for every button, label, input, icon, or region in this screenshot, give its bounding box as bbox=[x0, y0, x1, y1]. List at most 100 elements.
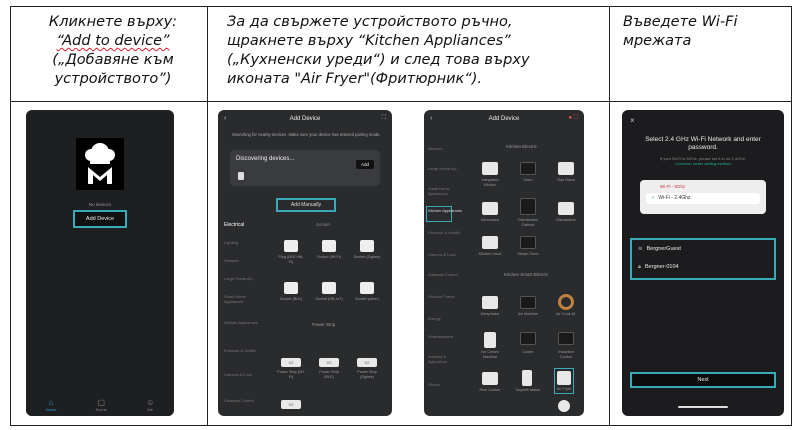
side-item[interactable]: Exercise & Health bbox=[428, 230, 466, 235]
dehydrator-icon[interactable] bbox=[482, 296, 498, 309]
power-strip-icon[interactable]: V2 bbox=[319, 358, 339, 367]
tab-scene[interactable]: ▢ Scene bbox=[96, 398, 107, 412]
add-device-button[interactable]: Add Device bbox=[73, 210, 127, 228]
tab-me[interactable]: ☺ Me bbox=[146, 398, 154, 412]
device-label: Disinfection Cabinet bbox=[518, 218, 538, 227]
add-manually-button[interactable]: Add Manually bbox=[276, 198, 336, 212]
tab-label: Home bbox=[45, 407, 57, 412]
side-item[interactable]: Small Home Appliances bbox=[224, 294, 262, 304]
device-label: Microwave bbox=[480, 218, 500, 222]
device-label: Dishwasher bbox=[556, 218, 576, 222]
side-item[interactable]: Sensors bbox=[428, 146, 466, 151]
socket-icon[interactable] bbox=[360, 240, 374, 252]
wifi-icon: ≋ bbox=[638, 246, 643, 252]
instruction-line: („Кухненски уреди“) и след това върху bbox=[227, 52, 530, 68]
side-item[interactable]: Outdoor Travel bbox=[428, 294, 466, 299]
instruction-line: устройството”) bbox=[54, 71, 172, 87]
air-fryer-icon[interactable] bbox=[557, 371, 571, 385]
microwave-icon[interactable] bbox=[482, 202, 498, 215]
side-item[interactable]: Lighting bbox=[224, 240, 262, 245]
screen-title: Add Device bbox=[289, 116, 321, 122]
tab-label: Scene bbox=[95, 407, 107, 412]
air-cook-icon[interactable] bbox=[558, 294, 574, 310]
kitchen-hood-icon[interactable] bbox=[482, 236, 498, 249]
ice-cream-machine-icon[interactable] bbox=[484, 332, 496, 348]
side-item[interactable]: Entertainment bbox=[428, 334, 466, 339]
tab-label: Me bbox=[147, 407, 154, 412]
tab-bar: ⌂ Home ▢ Scene ☺ Me bbox=[26, 394, 174, 416]
device-label: Power Strip (BLE) bbox=[319, 370, 339, 379]
device-label: Oven bbox=[523, 178, 533, 182]
discover-add-button[interactable]: Add bbox=[356, 160, 374, 169]
close-icon[interactable]: × bbox=[630, 116, 635, 125]
device-label: Kitchen Hood bbox=[478, 252, 502, 256]
side-item[interactable]: Camera & Lock bbox=[428, 252, 466, 257]
phone-screenshot-home: No devices Add Device ⌂ Home ▢ Scene ☺ M… bbox=[26, 110, 174, 416]
phone-screenshot-wifi: × Select 2.4 GHz Wi-Fi Network and enter… bbox=[622, 110, 784, 416]
rice-cooker-icon[interactable] bbox=[482, 372, 498, 385]
socket-icon[interactable] bbox=[322, 282, 336, 294]
lock-icon: 🔒︎ bbox=[638, 264, 641, 270]
device-label-air-fryer: Air Fryer bbox=[556, 387, 572, 391]
power-strip-icon[interactable]: V2 bbox=[281, 358, 301, 367]
side-item[interactable]: Large Home Ap... bbox=[224, 276, 262, 281]
side-item[interactable]: Large Home Ap... bbox=[428, 166, 466, 171]
instruction-line: („Добавяне към bbox=[52, 52, 174, 68]
socket-icon[interactable] bbox=[322, 240, 336, 252]
induction-cooker-icon[interactable] bbox=[558, 332, 574, 345]
device-label: Rice Cooker bbox=[479, 388, 501, 392]
phone-screenshot-kitchen-appliances: ‹ Add Device ● ⛶ Kitchen Electric Sensor… bbox=[424, 110, 584, 416]
device-label: Power Strip (Wi-Fi) bbox=[277, 370, 305, 379]
device-label: Socket (NB-IoT) bbox=[315, 297, 343, 301]
disinfection-cabinet-icon[interactable] bbox=[520, 198, 536, 215]
side-item-kitchen-appliances[interactable]: Kitchen Appliances bbox=[428, 208, 466, 213]
ice-machine-icon[interactable] bbox=[520, 296, 536, 309]
cooler-icon[interactable] bbox=[520, 332, 536, 345]
router-setting-link[interactable]: Common router setting method bbox=[675, 161, 730, 166]
instruction-line: мрежата bbox=[623, 33, 692, 49]
phone-screenshot-add-device: ‹ Add Device ⛶ Searching for nearby devi… bbox=[218, 110, 392, 416]
oven-icon[interactable] bbox=[520, 162, 536, 175]
home-indicator bbox=[678, 406, 728, 408]
no-devices-text: No devices bbox=[88, 202, 112, 207]
socket-icon[interactable] bbox=[284, 240, 298, 252]
tab-home[interactable]: ⌂ Home bbox=[46, 398, 57, 412]
appliance-icon[interactable] bbox=[482, 162, 498, 175]
gas-stove-icon[interactable] bbox=[558, 162, 574, 175]
scan-icon[interactable]: ⛶ bbox=[382, 115, 386, 122]
side-item[interactable]: Gateway Control bbox=[428, 272, 466, 277]
side-item[interactable]: Camera & Lock bbox=[224, 372, 262, 377]
device-label: Air Cook M. bbox=[556, 312, 576, 316]
socket-icon[interactable] bbox=[284, 282, 298, 294]
side-item[interactable]: Kitchen Appliances bbox=[224, 320, 262, 325]
side-item[interactable]: Exercise & Health bbox=[224, 348, 262, 353]
socket-icon[interactable] bbox=[360, 282, 374, 294]
power-strip-icon[interactable]: V2 bbox=[281, 400, 301, 409]
search-note: Searching for nearby devices. Make sure … bbox=[232, 132, 381, 137]
side-item[interactable]: Gateway Control bbox=[224, 398, 262, 403]
wifi-network-item[interactable]: 🔒︎ Bergner-0104 bbox=[638, 264, 679, 271]
device-label: Cooler bbox=[522, 350, 534, 354]
side-item[interactable]: Energy bbox=[428, 316, 466, 321]
steam-oven-icon[interactable] bbox=[520, 236, 536, 249]
side-item[interactable]: Small Home Appliances bbox=[428, 186, 466, 196]
wifi-network-item[interactable]: ≋ BergnerGuest bbox=[638, 246, 681, 252]
chef-logo-icon bbox=[85, 143, 115, 184]
side-item[interactable]: Sensors bbox=[224, 258, 262, 263]
appliance-icon[interactable] bbox=[558, 400, 570, 412]
device-label: Induction Cooker bbox=[558, 350, 574, 359]
device-label: Integrated Kitchen bbox=[481, 178, 499, 187]
scan-icon[interactable]: ● ⛶ bbox=[569, 115, 579, 122]
next-button[interactable]: Next bbox=[630, 372, 776, 388]
power-strip-icon[interactable]: V2 bbox=[357, 358, 377, 367]
soymilk-maker-icon[interactable] bbox=[522, 370, 532, 386]
band-illustration: Wi-Fi - 5Ghz ✓ Wi-Fi - 2.4Ghz bbox=[640, 180, 766, 214]
dishwasher-icon[interactable] bbox=[558, 202, 574, 215]
device-label: Socket (Wi-Fi) bbox=[316, 255, 342, 259]
side-item[interactable]: Others bbox=[428, 382, 466, 387]
instruction-line: За да свържете устройството ръчно, bbox=[227, 14, 513, 30]
category-electrical[interactable]: Electrical bbox=[224, 222, 244, 228]
side-item[interactable]: Industry & Agriculture bbox=[428, 354, 466, 364]
instruction-line: “Add to device” bbox=[56, 33, 170, 49]
discovering-card: Discovering devices... Add bbox=[230, 150, 380, 186]
